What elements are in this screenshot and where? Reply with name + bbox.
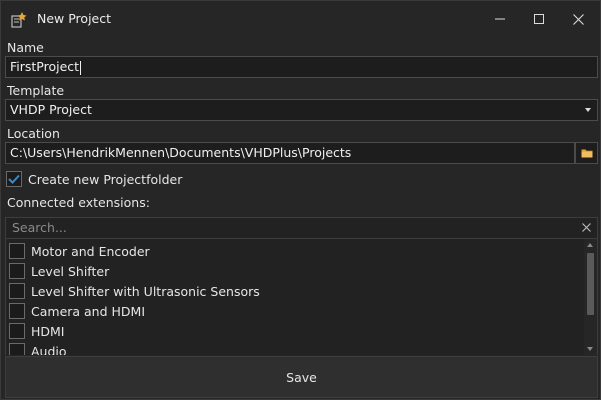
name-label: Name (7, 40, 44, 55)
list-scrollbar[interactable] (584, 239, 597, 355)
scroll-up-arrow-icon[interactable] (587, 243, 593, 247)
extension-checkbox[interactable] (9, 243, 25, 259)
browse-folder-button[interactable] (575, 142, 598, 164)
extension-label: Level Shifter (31, 263, 110, 279)
list-item[interactable]: HDMI (9, 322, 65, 340)
list-item[interactable]: Audio (9, 342, 67, 355)
extension-checkbox[interactable] (9, 323, 25, 339)
clear-search-icon[interactable] (582, 223, 591, 232)
location-input[interactable]: C:\Users\HendrikMennen\Documents\VHDPlus… (5, 142, 575, 164)
list-item[interactable]: Level Shifter with Ultrasonic Sensors (9, 282, 260, 300)
chevron-down-icon (585, 108, 591, 112)
search-placeholder: Search... (12, 220, 67, 235)
template-selected-value: VHDP Project (10, 102, 92, 117)
extensions-list: Motor and Encoder Level Shifter Level Sh… (5, 239, 598, 355)
minimize-button[interactable] (480, 1, 520, 37)
text-caret (80, 60, 82, 75)
extension-search-input[interactable]: Search... (5, 217, 598, 239)
create-folder-option[interactable]: Create new Projectfolder (6, 170, 182, 188)
extension-checkbox[interactable] (9, 263, 25, 279)
extension-label: Camera and HDMI (31, 303, 146, 319)
extensions-label: Connected extensions: (7, 195, 150, 210)
close-button[interactable] (558, 1, 598, 37)
list-item[interactable]: Motor and Encoder (9, 242, 150, 260)
name-input[interactable]: FirstProject (5, 56, 598, 78)
save-button[interactable]: Save (5, 356, 598, 398)
list-item[interactable]: Level Shifter (9, 262, 109, 280)
scroll-down-arrow-icon[interactable] (587, 347, 593, 351)
vhdp-app-icon (11, 12, 27, 28)
extension-label: Motor and Encoder (31, 243, 150, 259)
extension-label: HDMI (31, 323, 65, 339)
maximize-icon (534, 14, 544, 24)
extension-checkbox[interactable] (9, 303, 25, 319)
extension-checkbox[interactable] (9, 283, 25, 299)
template-dropdown[interactable]: VHDP Project (5, 99, 598, 121)
folder-icon (581, 149, 592, 158)
new-project-dialog: New Project Name FirstProject Template V… (0, 0, 601, 400)
minimize-icon (495, 18, 505, 20)
create-folder-checkbox[interactable] (6, 171, 22, 187)
maximize-button[interactable] (519, 1, 559, 37)
extension-label: Audio (31, 343, 67, 356)
extension-checkbox[interactable] (9, 343, 25, 355)
extension-label: Level Shifter with Ultrasonic Sensors (31, 283, 260, 299)
window-title: New Project (37, 11, 112, 26)
checkmark-icon (8, 174, 20, 184)
location-value: C:\Users\HendrikMennen\Documents\VHDPlus… (10, 145, 352, 160)
title-bar[interactable]: New Project (1, 1, 600, 37)
list-item[interactable]: Camera and HDMI (9, 302, 145, 320)
template-label: Template (7, 83, 65, 98)
name-value: FirstProject (10, 59, 80, 74)
scrollbar-thumb[interactable] (587, 253, 594, 315)
location-label: Location (7, 126, 60, 141)
create-folder-label: Create new Projectfolder (28, 171, 183, 187)
close-icon (572, 13, 584, 25)
